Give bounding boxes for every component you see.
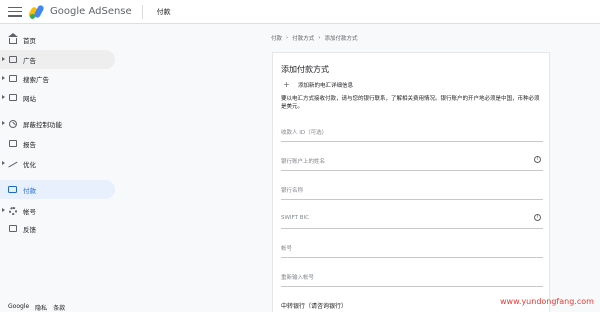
breadcrumb-add-payment-method: 添加付款方式 [324,36,358,42]
sidebar-item-account[interactable]: 帐号 [0,201,115,220]
sidebar-footer: Google 隐私 条款 [8,303,65,312]
sidebar-item-label: 报告 [23,140,36,149]
expand-caret-icon [2,208,5,212]
swift-bic-field[interactable]: SWIFT BIC i [281,211,543,229]
sidebar-item-search-ads[interactable]: 搜索广告 [0,69,115,88]
payee-id-field[interactable]: 收款人 ID（可选） [281,124,543,142]
sidebar-item-ads[interactable]: 广告 [0,50,115,69]
adsense-logo-icon[interactable] [27,3,45,19]
menu-icon[interactable] [8,6,22,17]
brand-name[interactable]: Google AdSense [50,6,132,17]
sidebar-item-label: 帐号 [23,207,36,216]
sidebar-item-optimize[interactable]: 优化 [0,154,115,173]
plus-icon[interactable]: + [283,81,290,89]
sidebar-item-label: 反馈 [23,225,36,234]
sidebar-item-label: 付款 [23,186,36,195]
wire-transfer-info-text: 要以电汇方式接收付款，请与您的银行联系，了解相关费用情况。银行账户的开户地必须是… [281,96,540,110]
breadcrumb: 付款 › 付款方式 › 添加付款方式 [271,34,357,42]
brand-product: AdSense [88,6,132,17]
home-icon [7,32,18,44]
sidebar-item-label: 网站 [23,94,36,103]
account-holder-name-field[interactable]: 银行账户上的姓名 i [281,153,543,171]
sidebar-item-label: 优化 [23,160,36,169]
add-payment-method-panel: 添加付款方式 + 添加新的电汇详细信息 要以电汇方式接收付款，请与您的银行联系，… [272,52,550,312]
account-icon [8,206,17,215]
footer-privacy-link[interactable]: 隐私 [35,303,47,312]
field-label: SWIFT BIC [281,215,309,221]
breadcrumb-payment-methods[interactable]: 付款方式 [292,34,314,42]
expand-caret-icon [2,76,5,80]
sidebar-item-blocking-controls[interactable]: 屏蔽控制功能 [0,114,115,133]
brand-google: Google [50,6,86,17]
header-divider [141,4,143,19]
add-wire-transfer-link[interactable]: 添加新的电汇详细信息 [298,81,353,89]
top-app-bar: Google AdSense 付款 [0,0,600,24]
field-label: 帐号 [281,246,293,252]
search-ads-icon [8,74,17,83]
section-label: 中转银行（请咨询银行） [281,303,348,310]
footer-google: Google [8,303,30,310]
info-icon[interactable]: i [534,156,541,163]
footer-terms-link[interactable]: 条款 [53,303,65,312]
breadcrumb-separator-icon: › [318,35,321,41]
sidebar-item-reports[interactable]: 报告 [0,134,115,153]
field-label: 银行名称 [281,188,304,194]
field-label: 重新输入帐号 [281,275,315,281]
optimize-icon [8,159,17,168]
block-icon [8,119,17,128]
sidebar-item-label: 首页 [23,36,36,45]
field-label: 收款人 ID（可选） [281,130,328,136]
breadcrumb-separator-icon: › [286,35,289,41]
bank-name-field[interactable]: 银行名称 [281,182,543,200]
sidebar: 首页 广告 搜索广告 网站 屏蔽控制功能 报告 优化 付款 帐号 反馈 [0,24,120,312]
panel-title: 添加付款方式 [281,65,329,74]
payment-icon [8,185,17,194]
account-number-field[interactable]: 帐号 [281,240,543,258]
expand-caret-icon [2,95,5,99]
breadcrumb-payments[interactable]: 付款 [271,34,282,42]
expand-caret-icon [2,161,5,165]
sites-icon [8,93,17,102]
sidebar-item-label: 屏蔽控制功能 [23,120,62,129]
sidebar-item-label: 广告 [23,56,36,65]
expand-caret-icon [2,57,5,61]
sidebar-item-sites[interactable]: 网站 [0,88,115,107]
sidebar-item-label: 搜索广告 [23,75,49,84]
expand-caret-icon [2,121,5,125]
watermark-text: www.yundongfang.com [500,297,594,306]
feedback-icon [8,224,17,233]
info-icon[interactable]: i [534,214,541,221]
sidebar-item-feedback[interactable]: 反馈 [0,219,115,238]
ads-icon [8,55,17,64]
sidebar-item-home[interactable]: 首页 [0,30,115,49]
sidebar-item-payments[interactable]: 付款 [0,180,115,199]
page-title: 付款 [156,7,171,16]
field-label: 银行账户上的姓名 [281,159,326,165]
reports-icon [8,139,17,148]
confirm-account-number-field[interactable]: 重新输入帐号 [281,269,543,287]
